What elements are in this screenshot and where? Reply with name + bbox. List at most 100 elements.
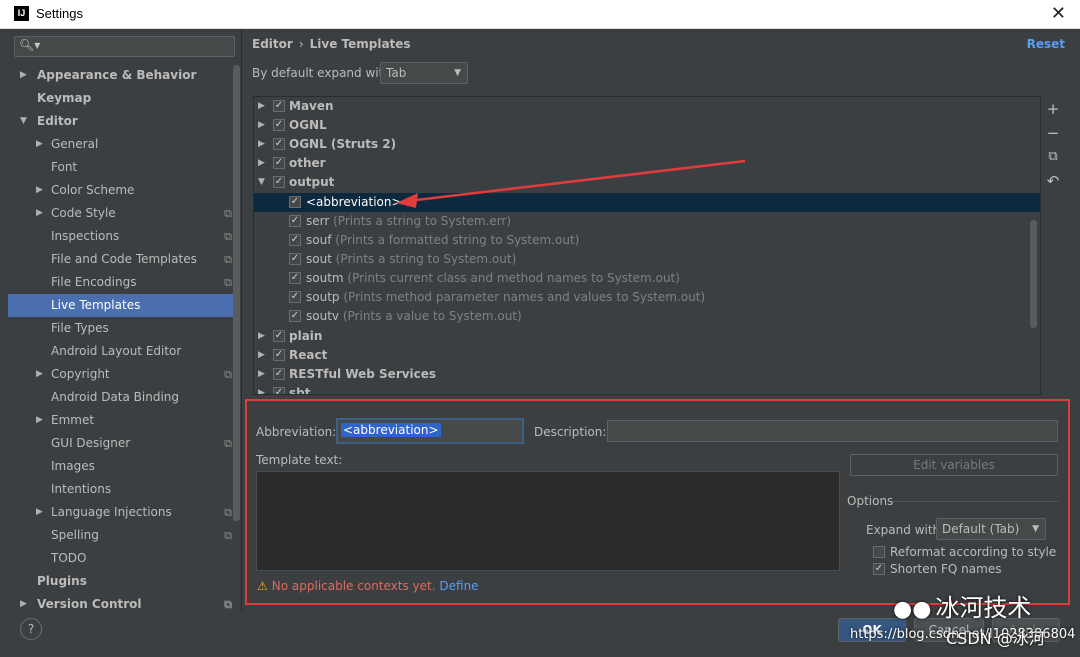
sidebar-item-file-types[interactable]: File Types (8, 317, 240, 340)
expand-arrow-icon[interactable]: ▶ (258, 116, 265, 135)
sidebar-item-appearance[interactable]: ▶ Appearance & Behavior (8, 64, 240, 87)
templates-scrollbar[interactable] (1030, 220, 1037, 328)
template-item-soutv[interactable]: ✓ soutv (Prints a value to System.out) (254, 307, 1040, 326)
define-link[interactable]: Define (439, 579, 478, 593)
sidebar-item-android-layout-editor[interactable]: Android Layout Editor (8, 340, 240, 363)
template-checkbox[interactable]: ✓ (289, 291, 301, 303)
expand-arrow-icon[interactable]: ▶ (36, 409, 43, 432)
template-group-plain[interactable]: ▶ ✓ plain (254, 327, 1040, 346)
template-item-sout[interactable]: ✓ sout (Prints a string to System.out) (254, 250, 1040, 269)
template-item-abbreviation[interactable]: ✓ <abbreviation> (254, 193, 1040, 212)
edit-variables-button[interactable]: Edit variables (850, 454, 1058, 476)
template-checkbox[interactable]: ✓ (289, 310, 301, 322)
shorten-fq-checkbox[interactable]: ✓ (873, 563, 885, 575)
sidebar-item-intentions[interactable]: Intentions (8, 478, 240, 501)
group-checkbox[interactable]: ✓ (273, 138, 285, 150)
copy-icon[interactable]: ⧉ (1043, 147, 1063, 167)
group-checkbox[interactable]: ✓ (273, 387, 285, 394)
add-icon[interactable]: + (1043, 99, 1063, 119)
sidebar-item-android-data-binding[interactable]: Android Data Binding (8, 386, 240, 409)
sidebar-item-keymap[interactable]: Keymap (8, 87, 240, 110)
chevron-down-icon: ▼ (1032, 524, 1039, 534)
template-group-react[interactable]: ▶ ✓ React (254, 346, 1040, 365)
sidebar-item-version-control[interactable]: ▶ Version Control ⧉ (8, 593, 240, 612)
expand-arrow-icon[interactable]: ▶ (258, 346, 265, 365)
sidebar-item-images[interactable]: Images (8, 455, 240, 478)
template-group-restful[interactable]: ▶ ✓ RESTful Web Services (254, 365, 1040, 384)
template-group-output[interactable]: ▼ ✓ output (254, 173, 1040, 192)
group-checkbox[interactable]: ✓ (273, 176, 285, 188)
sidebar-item-color-scheme[interactable]: ▶ Color Scheme (8, 179, 240, 202)
sidebar-item-general[interactable]: ▶ General (8, 133, 240, 156)
sidebar-item-file-code-templates[interactable]: File and Code Templates ⧉ (8, 248, 240, 271)
expand-arrow-icon[interactable]: ▶ (258, 327, 265, 346)
expand-with-select[interactable]: Default (Tab) ▼ (936, 518, 1046, 540)
template-item-soutp[interactable]: ✓ soutp (Prints method parameter names a… (254, 288, 1040, 307)
default-expand-select[interactable]: Tab ▼ (380, 62, 468, 84)
templates-tree: ▶ ✓ Maven ▶ ✓ OGNL ▶ ✓ OGNL (Struts 2) ▶… (253, 96, 1041, 395)
sidebar-item-copyright[interactable]: ▶ Copyright ⧉ (8, 363, 240, 386)
expand-arrow-icon[interactable]: ▶ (258, 154, 265, 173)
expand-arrow-icon[interactable]: ▶ (258, 135, 265, 154)
template-item-soutm[interactable]: ✓ soutm (Prints current class and method… (254, 269, 1040, 288)
group-checkbox[interactable]: ✓ (273, 349, 285, 361)
expand-arrow-icon[interactable]: ▶ (36, 363, 43, 386)
group-checkbox[interactable]: ✓ (273, 330, 285, 342)
sidebar-item-editor[interactable]: ▼ Editor (8, 110, 240, 133)
group-checkbox[interactable]: ✓ (273, 368, 285, 380)
expand-arrow-icon[interactable]: ▶ (20, 593, 27, 612)
expand-arrow-icon[interactable]: ▶ (36, 202, 43, 225)
intellij-app-icon: IJ (14, 6, 29, 21)
settings-search-input[interactable]: 🔍︎▾ (14, 36, 235, 57)
template-group-other[interactable]: ▶ ✓ other (254, 154, 1040, 173)
reformat-checkbox[interactable] (873, 546, 885, 558)
abbreviation-input[interactable]: <abbreviation> (336, 418, 524, 444)
reformat-label: Reformat according to style (890, 545, 1057, 559)
reset-link[interactable]: Reset (1027, 37, 1065, 51)
template-group-ognl-struts[interactable]: ▶ ✓ OGNL (Struts 2) (254, 135, 1040, 154)
sidebar-item-inspections[interactable]: Inspections ⧉ (8, 225, 240, 248)
sidebar-item-plugins[interactable]: Plugins (8, 570, 240, 593)
template-group-ognl[interactable]: ▶ ✓ OGNL (254, 116, 1040, 135)
sidebar-item-file-encodings[interactable]: File Encodings ⧉ (8, 271, 240, 294)
sidebar-item-spelling[interactable]: Spelling ⧉ (8, 524, 240, 547)
shorten-fq-label: Shorten FQ names (890, 562, 1002, 576)
collapse-arrow-icon[interactable]: ▼ (258, 173, 265, 192)
template-checkbox[interactable]: ✓ (289, 272, 301, 284)
sidebar-item-font[interactable]: Font (8, 156, 240, 179)
template-group-maven[interactable]: ▶ ✓ Maven (254, 97, 1040, 116)
template-text-editor[interactable] (256, 471, 840, 571)
template-checkbox[interactable]: ✓ (289, 234, 301, 246)
expand-arrow-icon[interactable]: ▶ (258, 384, 265, 394)
sidebar-item-language-injections[interactable]: ▶ Language Injections ⧉ (8, 501, 240, 524)
expand-arrow-icon[interactable]: ▶ (36, 501, 43, 524)
description-input[interactable] (607, 420, 1058, 442)
sidebar-scrollbar[interactable] (233, 65, 240, 521)
remove-icon[interactable]: − (1043, 123, 1063, 143)
template-checkbox[interactable]: ✓ (289, 253, 301, 265)
sidebar-item-code-style[interactable]: ▶ Code Style ⧉ (8, 202, 240, 225)
expand-arrow-icon[interactable]: ▶ (20, 64, 27, 87)
restore-icon[interactable]: ↶ (1043, 171, 1063, 191)
group-checkbox[interactable]: ✓ (273, 157, 285, 169)
expand-with-value: Default (Tab) (942, 522, 1020, 536)
no-contexts-warning: ⚠ No applicable contexts yet. Define (257, 579, 479, 593)
sidebar-item-todo[interactable]: TODO (8, 547, 240, 570)
template-checkbox[interactable]: ✓ (289, 215, 301, 227)
group-checkbox[interactable]: ✓ (273, 100, 285, 112)
expand-arrow-icon[interactable]: ▶ (36, 133, 43, 156)
sidebar-item-gui-designer[interactable]: GUI Designer ⧉ (8, 432, 240, 455)
group-checkbox[interactable]: ✓ (273, 119, 285, 131)
template-group-sbt[interactable]: ▶ ✓ sbt (254, 384, 1040, 394)
sidebar-item-live-templates[interactable]: Live Templates (8, 294, 240, 317)
template-item-souf[interactable]: ✓ souf (Prints a formatted string to Sys… (254, 231, 1040, 250)
template-checkbox[interactable]: ✓ (289, 196, 301, 208)
expand-arrow-icon[interactable]: ▶ (258, 97, 265, 116)
expand-arrow-icon[interactable]: ▶ (36, 179, 43, 202)
expand-arrow-icon[interactable]: ▶ (258, 365, 265, 384)
collapse-arrow-icon[interactable]: ▼ (20, 110, 27, 133)
template-item-serr[interactable]: ✓ serr (Prints a string to System.err) (254, 212, 1040, 231)
close-icon[interactable]: ✕ (1051, 3, 1066, 24)
sidebar-item-emmet[interactable]: ▶ Emmet (8, 409, 240, 432)
help-icon[interactable]: ? (20, 618, 42, 640)
